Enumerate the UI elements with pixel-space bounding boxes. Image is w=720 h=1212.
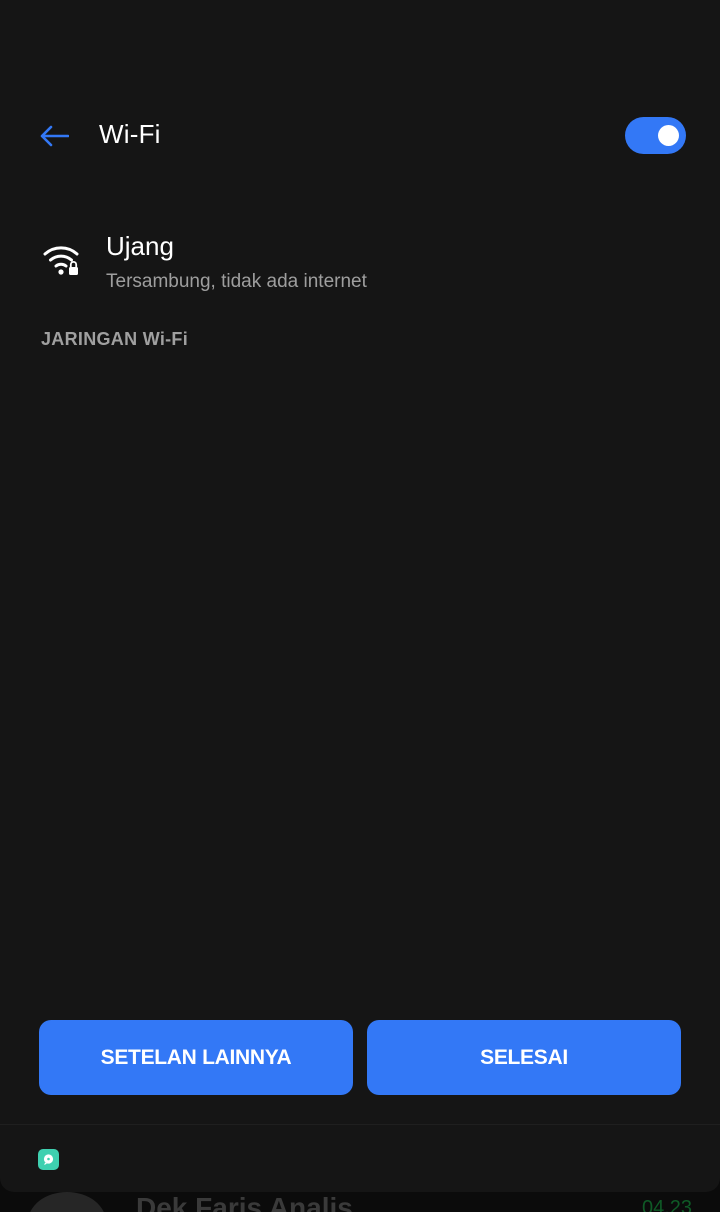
- done-button[interactable]: SELESAI: [367, 1020, 681, 1095]
- connected-network-item[interactable]: Ujang Tersambung, tidak ada internet: [0, 215, 720, 310]
- toggle-knob: [658, 125, 679, 146]
- section-header-wifi-networks: JARINGAN Wi-Fi: [41, 329, 189, 349]
- divider: [0, 1124, 720, 1125]
- background-chat-time: 04.23: [642, 1197, 693, 1212]
- background-chat-avatar: [28, 1192, 106, 1212]
- background-chat-name: Dek Faris Analis: [136, 1192, 353, 1212]
- arrow-left-icon: [40, 125, 69, 147]
- more-settings-button[interactable]: SETELAN LAINNYA: [39, 1020, 353, 1095]
- wifi-panel: Wi-Fi Ujang Tersambung, tidak ada intern…: [0, 0, 720, 1192]
- network-name: Ujang: [106, 231, 174, 261]
- page-title: Wi-Fi: [99, 119, 161, 149]
- network-status: Tersambung, tidak ada internet: [106, 271, 367, 292]
- wifi-locked-icon: [43, 246, 79, 275]
- chat-bubble-icon: [38, 1149, 59, 1170]
- screen: Dek Faris Analis 04.23 Wi-Fi Ujang Tersa…: [0, 0, 720, 1212]
- back-button[interactable]: [34, 116, 74, 156]
- wifi-toggle[interactable]: [625, 117, 686, 154]
